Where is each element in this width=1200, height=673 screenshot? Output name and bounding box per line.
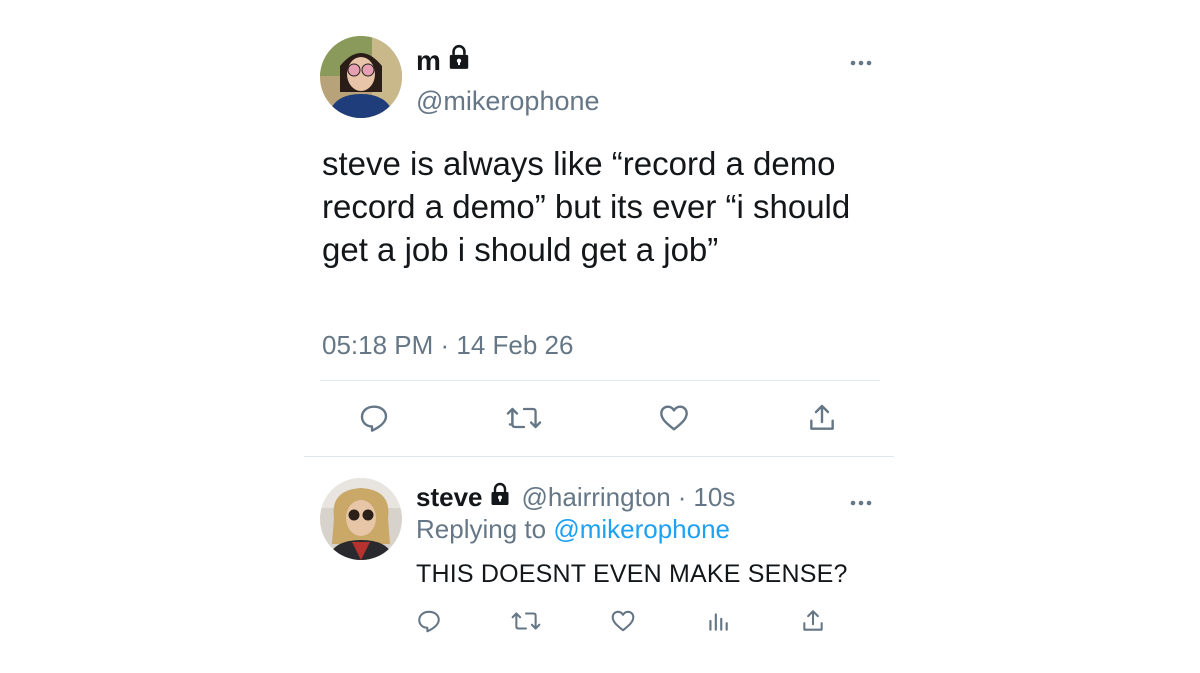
share-button[interactable] (806, 402, 838, 434)
share-button[interactable] (800, 608, 826, 634)
retweet-icon (506, 407, 542, 429)
replying-to-link[interactable]: @mikerophone (553, 514, 730, 544)
reply-handle[interactable]: @hairrington (522, 482, 671, 513)
analytics-button[interactable] (705, 608, 731, 634)
author-name-row: m (416, 44, 472, 77)
retweet-icon (511, 612, 541, 630)
heart-icon (611, 610, 635, 632)
share-icon (810, 404, 834, 430)
thread-divider (304, 456, 894, 457)
retweet-button[interactable] (506, 402, 542, 434)
more-horizontal-icon[interactable] (850, 494, 872, 512)
reply-author-row: steve @hairrington · 10s (416, 482, 735, 513)
lock-icon (446, 44, 472, 77)
reply-button[interactable] (358, 402, 390, 434)
replying-to-label: Replying to (416, 514, 547, 544)
author-handle[interactable]: @mikerophone (416, 86, 600, 117)
reply-icon (418, 610, 440, 633)
reply-text: THIS DOESNT EVEN MAKE SENSE? (416, 560, 848, 588)
reply-action-bar (416, 608, 826, 634)
reply-button[interactable] (416, 608, 442, 634)
like-button[interactable] (658, 402, 690, 434)
tweet-action-bar (358, 402, 838, 434)
share-icon (803, 610, 823, 631)
like-button[interactable] (610, 608, 636, 634)
heart-icon (660, 405, 688, 431)
meta-separator: · (677, 482, 687, 512)
avatar-image (320, 478, 402, 560)
analytics-icon (709, 613, 728, 631)
divider (320, 380, 880, 381)
reply-display-name[interactable]: steve (416, 482, 483, 513)
lock-icon (488, 482, 512, 513)
reply-icon (360, 405, 388, 432)
tweet-timestamp[interactable]: 05:18 PM · 14 Feb 26 (322, 330, 573, 361)
reply-avatar[interactable] (320, 478, 402, 560)
display-name[interactable]: m (416, 45, 441, 77)
avatar-image (320, 36, 402, 118)
replying-to-line: Replying to @mikerophone (416, 514, 730, 545)
avatar[interactable] (320, 36, 402, 118)
more-horizontal-icon[interactable] (850, 54, 872, 72)
reply-time-ago[interactable]: 10s (693, 482, 735, 513)
tweet-text: steve is always like “record a demo reco… (322, 145, 851, 268)
retweet-button[interactable] (511, 608, 541, 634)
